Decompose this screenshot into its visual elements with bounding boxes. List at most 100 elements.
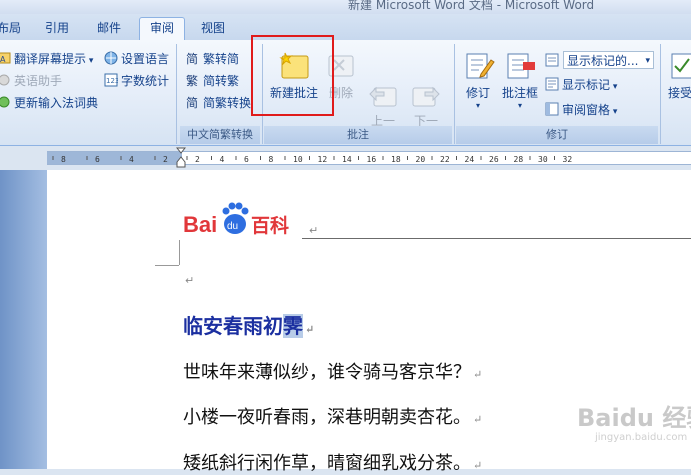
header-rule <box>302 238 691 239</box>
next-comment-icon <box>406 65 446 107</box>
ruler-tick-label: 28 <box>514 155 524 164</box>
accept-button[interactable]: 接受 <box>668 50 691 101</box>
ruler-ticks: 8 6 4 2 2 4 6 8 10 12 14 16 18 20 22 24 26 28 30 32 <box>52 155 573 164</box>
chevron-down-icon: ▾ <box>645 56 650 66</box>
word-count-button[interactable]: 123 字数统计 <box>104 72 169 89</box>
balloons-label: 批注框 <box>501 86 538 100</box>
convert-icon: 简 <box>186 95 200 110</box>
svg-text:简: 简 <box>186 96 198 109</box>
review-pane-icon <box>545 102 559 116</box>
logo-text-right: 百科 <box>251 214 289 237</box>
ruler-tick-label: 4 <box>220 155 225 164</box>
crop-mark <box>179 240 180 265</box>
document-page[interactable]: Bai du 百科 ↵ ↵ 临安春雨初霁 ↵ 世味年来薄似纱，谁令骑马客京华？ ↵ <box>47 170 691 474</box>
poem-line-text: 世味年来薄似纱，谁令骑马客京华？ <box>183 362 471 383</box>
ruler-tick-label: 20 <box>416 155 426 164</box>
to-simplified-label: 繁转简 <box>203 52 240 66</box>
ruler-tick-label: 6 <box>95 155 100 164</box>
selected-text: 霁 <box>283 314 303 338</box>
to-traditional-button[interactable]: 繁 简转繁 <box>186 72 239 89</box>
window-title: 新建 Microsoft Word 文档 - Microsoft Word <box>348 0 595 12</box>
logo-text-mid: du <box>227 221 238 232</box>
update-icon <box>0 95 11 109</box>
word-count-icon: 123 <box>104 73 119 87</box>
to-simplified-button[interactable]: 简 繁转简 <box>186 50 239 67</box>
new-comment-highlight <box>251 35 334 116</box>
to-traditional-label: 简转繁 <box>203 74 240 88</box>
show-markup-label: 显示标记 <box>562 78 611 92</box>
tab-review[interactable]: 审阅 <box>139 17 185 41</box>
document-area: Bai du 百科 ↵ ↵ 临安春雨初霁 ↵ 世味年来薄似纱，谁令骑马客京华？ ↵ <box>0 170 691 474</box>
poem-title-text: 临安春雨初 <box>183 314 283 338</box>
review-pane-label: 审阅窗格 <box>562 103 611 117</box>
poem-line[interactable]: 矮纸斜行闲作草，晴窗细乳戏分茶。 ↵ <box>183 449 482 475</box>
paragraph-mark: ↵ <box>185 274 195 287</box>
update-ime-button[interactable]: 更新输入法词典 <box>0 94 98 111</box>
crop-mark <box>155 265 179 266</box>
group-chinese-convert: 中文简繁转换 <box>180 126 260 144</box>
track-changes-label: 修订 <box>465 86 490 100</box>
english-assistant-label: 英语助手 <box>14 74 63 88</box>
poem-line-text: 矮纸斜行闲作草，晴窗细乳戏分茶。 <box>183 453 471 474</box>
translate-icon: A <box>0 51 11 65</box>
svg-text:繁: 繁 <box>186 73 198 87</box>
accept-icon <box>668 50 691 84</box>
ruler-tick-label: 18 <box>391 155 401 164</box>
track-changes-button[interactable]: 修订 ▾ <box>458 50 498 110</box>
ruler-tick-label: 2 <box>163 155 168 164</box>
ruler-tick-label: 8 <box>269 155 274 164</box>
ribbon-tabs: 布局 引用 邮件 审阅 视图 <box>0 14 691 41</box>
title-bar: 新建 Microsoft Word 文档 - Microsoft Word <box>0 0 691 14</box>
ruler-tick-label: 26 <box>489 155 499 164</box>
assistant-icon <box>0 73 11 87</box>
update-ime-label: 更新输入法词典 <box>14 96 99 110</box>
tab-view[interactable]: 视图 <box>196 18 230 39</box>
poem-line-text: 小楼一夜听春雨，深巷明朝卖杏花。 <box>183 407 471 428</box>
group-comments: 批注 <box>264 126 452 144</box>
review-pane-button[interactable]: 审阅窗格 ▾ <box>545 101 617 118</box>
display-for-review-dropdown[interactable]: 显示标记的... ▾ <box>563 51 654 69</box>
show-markup-icon <box>545 77 559 91</box>
set-language-button[interactable]: 设置语言 <box>104 50 169 67</box>
group-separator <box>176 44 177 144</box>
poem-line[interactable]: 小楼一夜听春雨，深巷明朝卖杏花。 ↵ <box>183 403 482 429</box>
balloons-icon <box>499 50 541 84</box>
word-count-label: 字数统计 <box>121 74 170 88</box>
ruler-bar: 8 6 4 2 2 4 6 8 10 12 14 16 18 20 22 24 26 28 30 32 <box>47 151 691 165</box>
ruler-tick-label: 12 <box>318 155 328 164</box>
ruler-tick-label: 24 <box>465 155 475 164</box>
ruler-tick-label: 8 <box>61 155 66 164</box>
tab-mailings[interactable]: 邮件 <box>92 18 126 39</box>
simplified-icon: 简 <box>186 51 200 66</box>
translate-tip-button[interactable]: A 翻译屏幕提示 ▾ <box>0 50 93 67</box>
group-separator <box>660 44 661 144</box>
balloons-button[interactable]: 批注框 ▾ <box>499 50 541 110</box>
translate-tip-label: 翻译屏幕提示 <box>14 52 87 66</box>
tab-layout[interactable]: 布局 <box>0 18 24 39</box>
group-separator <box>454 44 455 144</box>
ruler-tick-label: 32 <box>563 155 573 164</box>
watermark-url: jingyan.baidu.com <box>595 432 688 443</box>
track-changes-icon <box>458 50 498 84</box>
baidu-baike-logo: Bai du 百科 <box>183 200 303 240</box>
tab-references[interactable]: 引用 <box>40 18 74 39</box>
ruler-tick-label: 6 <box>244 155 249 164</box>
ribbon: A 翻译屏幕提示 ▾ 设置语言 英语助手 123 字数统计 更新输入法词典 简 … <box>0 40 691 146</box>
set-language-label: 设置语言 <box>121 52 170 66</box>
svg-text:123: 123 <box>106 77 118 85</box>
indent-marker-icon[interactable] <box>175 147 187 172</box>
poem-title[interactable]: 临安春雨初霁 ↵ <box>183 310 314 339</box>
accept-label: 接受 <box>668 86 691 100</box>
horizontal-ruler[interactable]: 8 6 4 2 2 4 6 8 10 12 14 16 18 20 22 24 26 28 30 32 <box>0 146 691 170</box>
english-assistant-button[interactable]: 英语助手 <box>0 72 62 89</box>
ruler-tick-label: 10 <box>293 155 303 164</box>
page-gutter <box>0 170 47 469</box>
display-dropdown-value: 显示标记的... <box>567 54 639 68</box>
show-markup-button[interactable]: 显示标记 ▾ <box>545 76 617 93</box>
language-icon <box>104 51 118 65</box>
poem-line[interactable]: 世味年来薄似纱，谁令骑马客京华？ ↵ <box>183 358 482 384</box>
ruler-tick-label: 16 <box>367 155 377 164</box>
previous-comment-icon <box>363 65 403 107</box>
display-review-icon <box>545 53 559 67</box>
convert-button[interactable]: 简 简繁转换 <box>186 94 251 111</box>
